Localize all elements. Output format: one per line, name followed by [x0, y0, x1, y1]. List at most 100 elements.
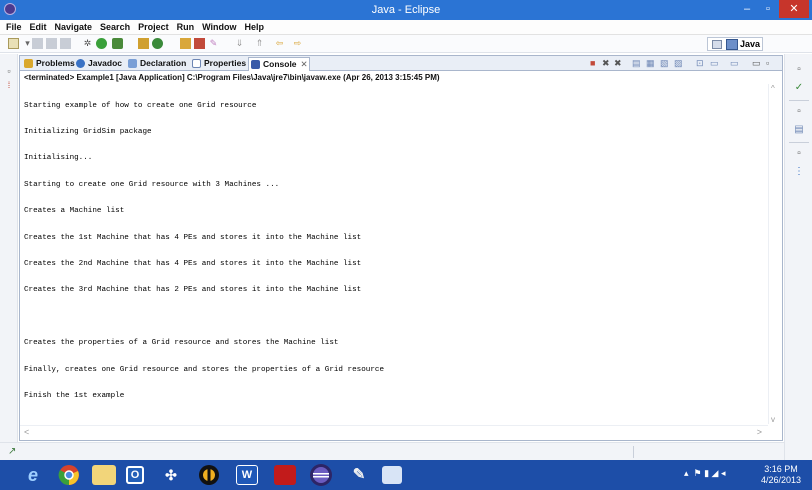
- search-icon[interactable]: ✎: [208, 38, 219, 49]
- hierarchy-icon[interactable]: ⋮: [793, 166, 805, 178]
- jade-icon[interactable]: [196, 463, 222, 487]
- tab-javadoc[interactable]: Javadoc: [74, 57, 124, 70]
- paint-icon[interactable]: ✎: [346, 463, 372, 487]
- minimize-view-icon[interactable]: ▭: [752, 58, 761, 69]
- scroll-left-icon[interactable]: <: [24, 427, 29, 437]
- image-viewer-icon[interactable]: [382, 466, 402, 484]
- console-line: Initialising...: [24, 154, 93, 163]
- close-button[interactable]: ✕: [779, 0, 809, 18]
- show-on-error-icon[interactable]: ▨: [674, 58, 683, 69]
- minimize-button[interactable]: –: [737, 0, 757, 18]
- remove-launch-icon[interactable]: ✖: [602, 58, 610, 69]
- task-list-icon[interactable]: ✓: [793, 82, 805, 94]
- scroll-lock-icon[interactable]: ▦: [646, 58, 655, 69]
- clear-console-icon[interactable]: ▤: [632, 58, 641, 69]
- console-line: Initializing GridSim package: [24, 127, 152, 136]
- menu-help[interactable]: Help: [241, 20, 269, 35]
- ie-icon[interactable]: e: [20, 463, 46, 487]
- maximize-view-icon[interactable]: ▫: [766, 58, 769, 69]
- close-tab-icon[interactable]: ✕: [301, 59, 308, 69]
- back-icon[interactable]: ⇦: [274, 38, 285, 49]
- clock-time: 3:16 PM: [764, 464, 798, 474]
- fast-view-icon[interactable]: ↗: [8, 446, 16, 457]
- display-console-icon[interactable]: ▭: [710, 58, 719, 69]
- left-trim: ▫ ⁞: [0, 54, 18, 460]
- right-trim: ▫ ✓ ▫ ▤ ▫ ⋮: [784, 54, 812, 460]
- open-task-icon[interactable]: [194, 38, 205, 49]
- menu-navigate[interactable]: Navigate: [51, 20, 97, 35]
- console-view: Problems Javadoc Declaration Properties …: [19, 55, 783, 441]
- system-tray[interactable]: ▴ ⚑ ▮ ◢ ◂: [684, 468, 725, 479]
- chrome-icon[interactable]: [56, 463, 82, 487]
- scroll-down-icon[interactable]: v: [771, 415, 775, 424]
- terminate-icon[interactable]: ■: [590, 58, 595, 69]
- tab-console[interactable]: Console ✕: [248, 57, 310, 71]
- console-line: Creates the 2nd Machine that has 4 PEs a…: [24, 259, 362, 268]
- next-annotation-icon[interactable]: ⇓: [234, 38, 245, 49]
- save-icon[interactable]: [32, 38, 43, 49]
- menu-bar: File Edit Navigate Search Project Run Wi…: [0, 20, 812, 35]
- previous-annotation-icon[interactable]: ⇑: [254, 38, 265, 49]
- restore-view-icon[interactable]: ▫: [793, 106, 805, 118]
- properties-icon: [192, 59, 201, 68]
- horizontal-scrollbar[interactable]: < >: [20, 425, 768, 439]
- cmd-icon[interactable]: ✣: [158, 463, 184, 487]
- restore-icon[interactable]: ▫: [4, 66, 14, 76]
- menu-search[interactable]: Search: [96, 20, 134, 35]
- pdf-icon[interactable]: [274, 465, 296, 485]
- debug-icon[interactable]: ✲: [82, 38, 93, 49]
- console-output[interactable]: Starting example of how to create one Gr…: [24, 84, 764, 424]
- clock-date: 4/26/2013: [760, 475, 802, 485]
- tab-declaration[interactable]: Declaration: [126, 57, 188, 70]
- java-perspective-icon: [726, 39, 738, 50]
- maximize-button[interactable]: ▫: [758, 0, 778, 18]
- tab-label: Problems: [36, 58, 75, 68]
- save-all-icon[interactable]: [46, 38, 57, 49]
- main-toolbar: ▾ ✲ ✎ ⇓ ⇑ ⇦ ⇨: [0, 35, 812, 53]
- restore-hierarchy-icon[interactable]: ▫: [793, 148, 805, 160]
- open-type-icon[interactable]: [180, 38, 191, 49]
- trim-separator: [789, 142, 809, 143]
- show-on-output-icon[interactable]: ▧: [660, 58, 669, 69]
- scroll-right-icon[interactable]: >: [757, 427, 762, 437]
- external-tools-icon[interactable]: [112, 38, 123, 49]
- perspective-label: Java: [740, 39, 761, 49]
- print-icon[interactable]: [60, 38, 71, 49]
- open-console-icon[interactable]: ▭: [730, 58, 739, 69]
- window-title: Java - Eclipse: [371, 4, 441, 16]
- outline-icon[interactable]: ▤: [793, 124, 805, 136]
- restore-outline-icon[interactable]: ▫: [793, 64, 805, 76]
- taskbar: e O ✣ W ✎ ▴ ⚑ ▮ ◢ ◂ 3:16 PM 4/26/2013: [0, 460, 812, 490]
- console-status-line: <terminated> Example1 [Java Application]…: [24, 73, 440, 82]
- tab-problems[interactable]: Problems: [22, 57, 75, 70]
- word-icon[interactable]: W: [236, 465, 258, 485]
- menu-run[interactable]: Run: [173, 20, 199, 35]
- scroll-up-icon[interactable]: ^: [771, 84, 775, 93]
- new-java-project-icon[interactable]: [138, 38, 149, 49]
- menu-project[interactable]: Project: [134, 20, 173, 35]
- perspective-switcher[interactable]: Java: [707, 37, 763, 51]
- remove-all-icon[interactable]: ✖: [614, 58, 622, 69]
- outlook-icon[interactable]: O: [126, 466, 144, 484]
- clock[interactable]: 3:16 PM 4/26/2013: [754, 464, 808, 486]
- console-line: Finish the 1st example: [24, 391, 125, 400]
- tab-label: Console: [263, 59, 297, 69]
- explorer-icon[interactable]: [92, 465, 116, 485]
- menu-window[interactable]: Window: [198, 20, 240, 35]
- pin-console-icon[interactable]: ⊡: [696, 58, 704, 69]
- title-bar: Java - Eclipse – ▫ ✕: [0, 0, 812, 20]
- tab-label: Declaration: [140, 58, 187, 68]
- new-icon[interactable]: [8, 38, 19, 49]
- open-perspective-icon[interactable]: [712, 40, 722, 49]
- eclipse-taskbar-icon[interactable]: [308, 463, 334, 487]
- vertical-scrollbar[interactable]: ^ v: [768, 84, 780, 424]
- package-explorer-icon[interactable]: ⁞: [4, 80, 14, 90]
- forward-icon[interactable]: ⇨: [292, 38, 303, 49]
- console-line: Starting to create one Grid resource wit…: [24, 180, 280, 189]
- run-icon[interactable]: [96, 38, 107, 49]
- menu-edit[interactable]: Edit: [26, 20, 51, 35]
- menu-file[interactable]: File: [0, 20, 26, 35]
- tab-properties[interactable]: Properties: [190, 57, 246, 70]
- new-class-icon[interactable]: [152, 38, 163, 49]
